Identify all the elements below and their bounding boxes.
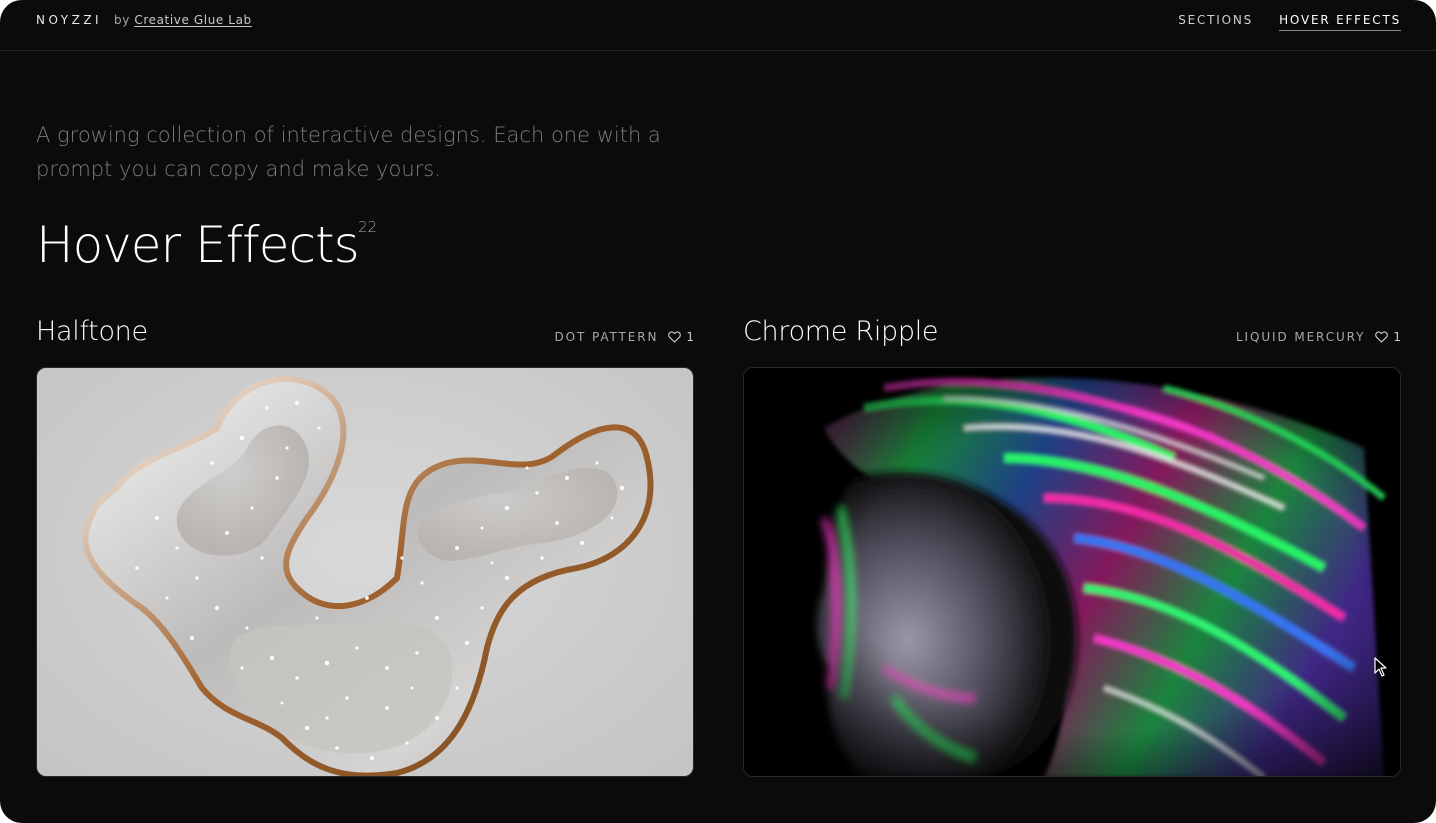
top-nav-bar: NOYZZI by Creative Glue Lab SECTIONS HOV… <box>0 0 1436 51</box>
byline: by Creative Glue Lab <box>114 13 252 27</box>
iridescent-face-image <box>744 368 1400 776</box>
card-meta: LIQUID MERCURY 1 <box>1236 330 1401 344</box>
like-count: 1 <box>1393 330 1401 344</box>
glass-blob-image <box>82 375 654 776</box>
mouse-cursor-icon <box>1374 657 1387 677</box>
effect-card-halftone[interactable]: Halftone DOT PATTERN 1 <box>36 316 694 777</box>
heart-icon <box>1375 331 1389 343</box>
card-meta: DOT PATTERN 1 <box>555 330 694 344</box>
effect-card-chrome-ripple[interactable]: Chrome Ripple LIQUID MERCURY 1 <box>743 316 1401 777</box>
card-tag: LIQUID MERCURY <box>1235 330 1366 344</box>
main-nav: SECTIONS HOVER EFFECTS <box>1178 13 1401 31</box>
intro-text: A growing collection of interactive desi… <box>36 123 661 181</box>
nav-sections[interactable]: SECTIONS <box>1178 13 1253 31</box>
like-button[interactable]: 1 <box>1375 330 1401 344</box>
chrome-ripple-preview[interactable] <box>743 367 1401 777</box>
effects-count: 22 <box>358 218 378 236</box>
byline-prefix: by <box>114 13 130 27</box>
brand-logo[interactable]: NOYZZI <box>36 13 102 27</box>
like-button[interactable]: 1 <box>668 330 694 344</box>
creator-link[interactable]: Creative Glue Lab <box>134 13 251 27</box>
halftone-preview[interactable] <box>36 367 694 777</box>
card-header: Halftone DOT PATTERN 1 <box>36 316 694 366</box>
app-window: NOYZZI by Creative Glue Lab SECTIONS HOV… <box>0 0 1436 823</box>
card-title[interactable]: Halftone <box>36 316 148 347</box>
card-tag: DOT PATTERN <box>554 330 659 344</box>
heart-icon <box>668 331 682 343</box>
card-title[interactable]: Chrome Ripple <box>743 316 939 347</box>
like-count: 1 <box>686 330 694 344</box>
card-header: Chrome Ripple LIQUID MERCURY 1 <box>743 316 1401 366</box>
page-title-block: Hover Effects 22 <box>36 210 377 280</box>
nav-hover-effects[interactable]: HOVER EFFECTS <box>1279 13 1401 31</box>
page-title: Hover Effects <box>36 216 360 274</box>
